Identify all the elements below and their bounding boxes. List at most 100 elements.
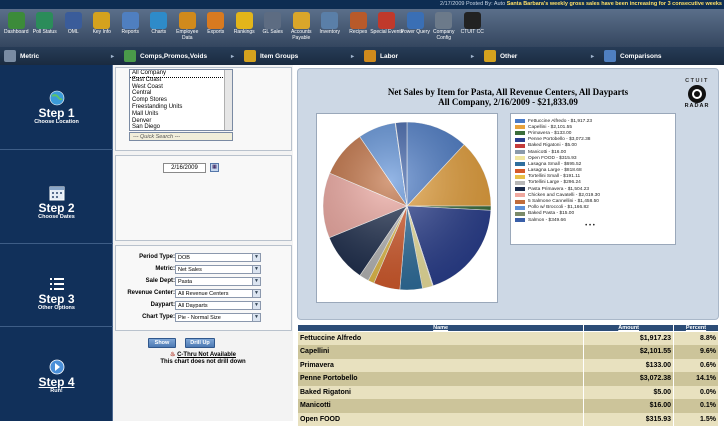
nav-comps[interactable]: Comps,Promos,Voids▸ bbox=[120, 47, 240, 65]
option-select[interactable]: Pasta▼ bbox=[175, 277, 261, 286]
location-option[interactable]: Comp Stores bbox=[130, 97, 232, 104]
chevron-down-icon[interactable]: ▼ bbox=[252, 302, 260, 309]
toolbar-ctuit-radar-button[interactable]: CTUIT CC bbox=[458, 9, 487, 47]
cell-percent: 0.0% bbox=[674, 386, 719, 400]
option-select[interactable]: All Revenue Centers▼ bbox=[175, 289, 261, 298]
option-label: Period Type: bbox=[139, 252, 175, 263]
drill-note: This chart does not drill down bbox=[113, 359, 293, 366]
show-button[interactable]: Show bbox=[148, 338, 176, 348]
option-select[interactable]: DOB▼ bbox=[175, 253, 261, 262]
news-ticker[interactable]: 2/17/2009 Posted By: Auto Santa Barbara'… bbox=[0, 0, 724, 9]
step-divider bbox=[0, 326, 113, 327]
legend-swatch bbox=[515, 131, 525, 135]
nav-comparisons[interactable]: Comparisons bbox=[600, 47, 724, 65]
quick-search-input[interactable]: --- Quick Search --- bbox=[129, 132, 233, 141]
location-option[interactable]: Central bbox=[130, 90, 232, 97]
toolbar-charts-button[interactable]: Charts bbox=[145, 9, 174, 47]
pie-chart[interactable] bbox=[317, 114, 497, 302]
calendar-picker-icon[interactable]: ▦ bbox=[210, 163, 219, 172]
toolbar-gl-sales-button[interactable]: GL Sales bbox=[259, 9, 288, 47]
legend-swatch bbox=[515, 156, 525, 160]
chevron-down-icon[interactable]: ▼ bbox=[252, 278, 260, 285]
chevron-down-icon[interactable]: ▼ bbox=[252, 290, 260, 297]
legend-swatch bbox=[515, 138, 525, 142]
step-1[interactable]: Step 1 Choose Location bbox=[0, 89, 113, 126]
location-listbox[interactable]: All CompanyEast CoastWest CoastCentralCo… bbox=[129, 69, 233, 131]
location-option[interactable]: West Coast bbox=[130, 84, 232, 91]
col-name-header[interactable]: Name bbox=[298, 325, 584, 332]
option-select[interactable]: Pie - Normal Size ▼ bbox=[175, 313, 261, 322]
location-option[interactable]: Mall Units bbox=[130, 111, 232, 118]
cell-name: Fettuccine Alfredo bbox=[298, 332, 584, 346]
location-option[interactable]: East Coast bbox=[130, 77, 232, 84]
legend-label: Salmon - $349.66 bbox=[528, 218, 566, 223]
legend-label: Manicotti - $16.00 bbox=[528, 150, 566, 155]
toolbar-rankings-star-button[interactable]: Rankings bbox=[230, 9, 259, 47]
toolbar-company-config-button[interactable]: Company Config bbox=[430, 9, 459, 47]
chevron-down-icon[interactable]: ▼ bbox=[252, 266, 260, 273]
legend-swatch bbox=[515, 144, 525, 148]
toolbar-recipes-button[interactable]: Recipes bbox=[344, 9, 373, 47]
step-4[interactable]: Step 4 Run! bbox=[0, 358, 113, 395]
nav-other[interactable]: Other▸ bbox=[480, 47, 600, 65]
location-option[interactable]: San Diego bbox=[130, 124, 232, 131]
toolbar-inventory-button[interactable]: Inventory bbox=[316, 9, 345, 47]
item-groups-icon bbox=[244, 50, 256, 62]
chevron-down-icon[interactable]: ▼ bbox=[252, 314, 260, 321]
step-3[interactable]: Step 3 Other Options bbox=[0, 275, 113, 312]
calendar-icon bbox=[48, 184, 66, 202]
option-label: Daypart: bbox=[151, 300, 175, 311]
toolbar-poll-status-button[interactable]: Poll Status bbox=[31, 9, 60, 47]
toolbar-dashboard-button[interactable]: Dashboard bbox=[2, 9, 31, 47]
nav-label: Item Groups bbox=[260, 53, 298, 60]
location-scrollbar[interactable] bbox=[224, 70, 232, 130]
legend-label: Baked Rigatoni - $5.00 bbox=[528, 143, 577, 148]
recipes-icon bbox=[350, 12, 367, 29]
table-row[interactable]: Fettuccine Alfredo$1,917.238.8% bbox=[298, 332, 719, 346]
col-percent-header[interactable]: Percent bbox=[674, 325, 719, 332]
nav-labor[interactable]: Labor▸ bbox=[360, 47, 480, 65]
legend-more[interactable]: • • • bbox=[515, 223, 665, 229]
cell-name: Penne Portobello bbox=[298, 372, 584, 386]
option-label: Chart Type: bbox=[142, 312, 175, 323]
accounts-payable-icon bbox=[293, 12, 310, 29]
toolbar-oml-button[interactable]: OML bbox=[59, 9, 88, 47]
metric-icon bbox=[4, 50, 16, 62]
table-row[interactable]: Open FOOD$315.931.5% bbox=[298, 413, 719, 426]
cthru-link[interactable]: C-Thru Not Available bbox=[177, 352, 236, 358]
table-row[interactable]: Capellini$2,101.559.6% bbox=[298, 345, 719, 359]
logo-top-text: CTUIT bbox=[682, 78, 712, 84]
table-row[interactable]: Manicotti$16.000.1% bbox=[298, 399, 719, 413]
toolbar-reports-button[interactable]: Reports bbox=[116, 9, 145, 47]
cell-name: Open FOOD bbox=[298, 413, 584, 426]
toolbar-label: CTUIT CC bbox=[455, 30, 489, 36]
toolbar-power-query-button[interactable]: Power Query bbox=[401, 9, 430, 47]
location-option[interactable]: Denver bbox=[130, 118, 232, 125]
toolbar-special-events-button[interactable]: Special Events bbox=[373, 9, 402, 47]
table-row[interactable]: Baked Rigatoni$5.000.0% bbox=[298, 386, 719, 400]
option-select[interactable]: All Dayparts▼ bbox=[175, 301, 261, 310]
toolbar-key-button[interactable]: Key Info bbox=[88, 9, 117, 47]
location-option[interactable]: Freestanding Units bbox=[130, 104, 232, 111]
cthru-icon: ♨ bbox=[170, 352, 175, 358]
toolbar-exports-button[interactable]: Exports bbox=[202, 9, 231, 47]
cell-amount: $1,917.23 bbox=[584, 332, 674, 346]
step-2[interactable]: Step 2 Choose Dates bbox=[0, 184, 113, 221]
table-row[interactable]: Penne Portobello$3,072.3814.1% bbox=[298, 372, 719, 386]
legend-swatch bbox=[515, 212, 525, 216]
option-value: Pie - Normal Size bbox=[178, 315, 221, 321]
option-select[interactable]: Net Sales▼ bbox=[175, 265, 261, 274]
nav-metric[interactable]: Metric▸ bbox=[0, 47, 120, 65]
chevron-down-icon[interactable]: ▼ bbox=[252, 254, 260, 261]
date-input[interactable]: 2/16/2009 bbox=[163, 163, 206, 173]
drill-up-button[interactable]: Drill Up bbox=[185, 338, 215, 348]
col-amount-header[interactable]: Amount bbox=[584, 325, 674, 332]
location-option[interactable]: All Company bbox=[130, 70, 232, 77]
ticker-message[interactable]: Santa Barbara's weekly gross sales have … bbox=[507, 1, 722, 7]
toolbar-employee-button[interactable]: Employee Data bbox=[173, 9, 202, 47]
other-icon bbox=[484, 50, 496, 62]
nav-item-groups[interactable]: Item Groups▸ bbox=[240, 47, 360, 65]
toolbar-accounts-payable-button[interactable]: Accounts Payable bbox=[287, 9, 316, 47]
table-row[interactable]: Primavera$133.000.6% bbox=[298, 359, 719, 373]
legend-label: Primavera - $133.00 bbox=[528, 131, 571, 136]
